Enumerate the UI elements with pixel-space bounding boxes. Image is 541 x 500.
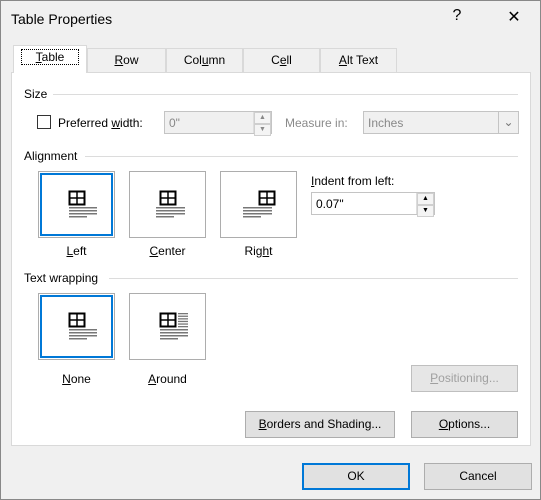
- width-value: 0": [169, 116, 180, 130]
- wrap-around-icon: [159, 312, 188, 339]
- dialog-title: Table Properties: [11, 11, 113, 27]
- tab-cell[interactable]: Cell: [243, 48, 320, 72]
- table-layout-icon: [68, 312, 97, 339]
- wrap-none-option[interactable]: [38, 293, 115, 360]
- spin-down-icon[interactable]: ▼: [417, 205, 434, 217]
- spin-up-icon[interactable]: ▲: [254, 112, 271, 124]
- align-left-option[interactable]: [38, 171, 115, 238]
- preferred-width-input[interactable]: 0" ▲ ▼: [164, 111, 272, 136]
- align-center-label: Center: [149, 244, 186, 258]
- spin-down-icon[interactable]: ▼: [254, 124, 271, 136]
- measure-in-label: Measure in:: [285, 116, 348, 130]
- chevron-down-icon: ⌄: [498, 112, 518, 133]
- divider: [85, 156, 518, 157]
- indent-spinner[interactable]: ▲ ▼: [416, 193, 434, 217]
- tab-alt-text[interactable]: Alt Text: [320, 48, 397, 72]
- align-right-option[interactable]: [220, 171, 297, 238]
- indent-input[interactable]: 0.07" ▲ ▼: [311, 192, 435, 217]
- size-group-label: Size: [24, 87, 48, 101]
- wrap-none-label: None: [62, 372, 91, 386]
- tab-label: Row: [114, 53, 139, 67]
- help-button[interactable]: ?: [442, 7, 472, 25]
- indent-label: Indent from left:: [311, 174, 395, 188]
- align-right-label: Right: [244, 244, 273, 258]
- tab-column[interactable]: Column: [166, 48, 243, 72]
- tab-row[interactable]: Row: [87, 48, 166, 72]
- wrap-around-label: Around: [148, 372, 187, 386]
- tab-label: Table: [20, 49, 80, 65]
- wrapping-group-label: Text wrapping: [24, 271, 99, 285]
- divider: [109, 278, 518, 279]
- preferred-width-checkbox[interactable]: [37, 115, 51, 129]
- measure-value: Inches: [368, 116, 404, 130]
- preferred-width-label: Preferred width:: [58, 116, 143, 130]
- table-layout-icon: [68, 190, 97, 217]
- table-layout-icon: [155, 190, 185, 217]
- positioning-button[interactable]: Positioning...: [411, 365, 518, 392]
- tab-label: Alt Text: [338, 53, 379, 67]
- borders-shading-button[interactable]: Borders and Shading...: [245, 411, 395, 438]
- table-layout-icon: [242, 190, 275, 217]
- indent-value: 0.07": [316, 197, 344, 211]
- divider: [53, 94, 518, 95]
- width-spinner[interactable]: ▲ ▼: [253, 112, 271, 136]
- cancel-button[interactable]: Cancel: [424, 463, 532, 490]
- alignment-group-label: Alignment: [24, 149, 78, 163]
- align-center-option[interactable]: [129, 171, 206, 238]
- align-left-label: Left: [66, 244, 87, 258]
- close-button[interactable]: ✕: [499, 7, 529, 27]
- options-button[interactable]: Options...: [411, 411, 518, 438]
- wrap-around-option[interactable]: [129, 293, 206, 360]
- tab-label: Column: [183, 53, 226, 67]
- ok-button[interactable]: OK: [302, 463, 410, 490]
- spin-up-icon[interactable]: ▲: [417, 193, 434, 205]
- tab-table[interactable]: Table: [13, 45, 87, 73]
- tab-label: Cell: [271, 53, 292, 67]
- measure-in-select[interactable]: Inches ⌄: [363, 111, 519, 134]
